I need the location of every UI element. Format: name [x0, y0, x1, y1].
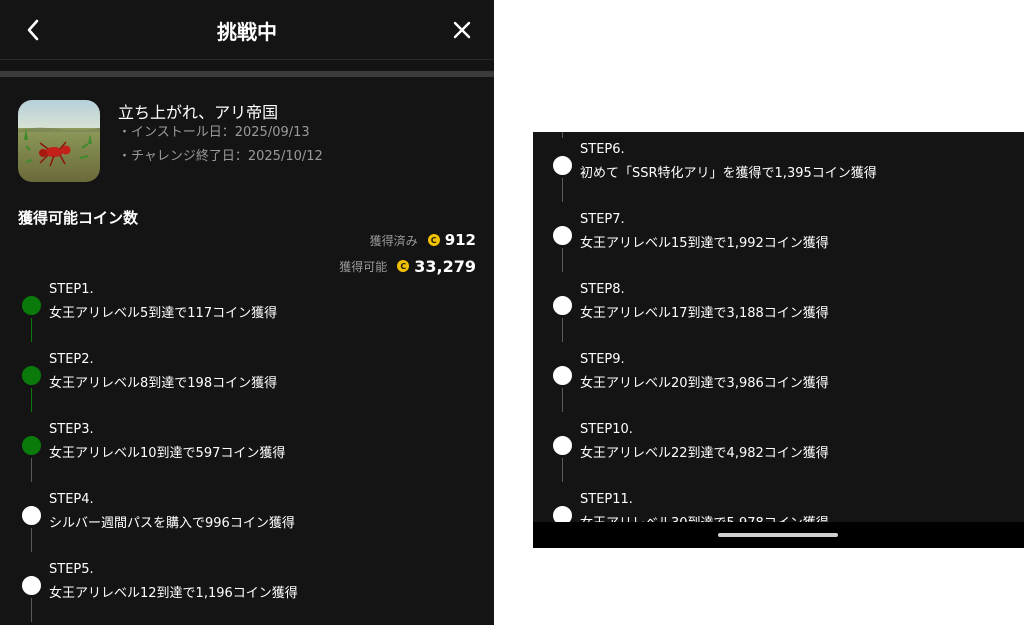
step-label: STEP5. — [49, 562, 94, 577]
step-status-dot — [22, 576, 41, 595]
step-connector — [562, 388, 563, 412]
step-description: 女王アリレベル20到達で3,986コイン獲得 — [580, 376, 829, 391]
step-status-dot — [22, 366, 41, 385]
app-icon[interactable] — [18, 100, 100, 182]
step-label: STEP7. — [580, 212, 625, 227]
step-connector — [31, 458, 32, 482]
home-indicator[interactable] — [718, 533, 838, 537]
nav-bar: 挑戦中 — [0, 0, 494, 59]
step-label: STEP2. — [49, 352, 94, 367]
available-coins-row: 獲得可能 C 33,279 — [339, 255, 476, 277]
step-connector — [562, 248, 563, 272]
step-status-dot — [553, 296, 572, 315]
step-status-dot — [22, 436, 41, 455]
available-value: 33,279 — [414, 256, 476, 276]
step-description: 初めて「SSR特化アリ」を獲得で1,395コイン獲得 — [580, 166, 877, 181]
step-status-dot — [22, 506, 41, 525]
coins-section-title: 獲得可能コイン数 — [18, 209, 139, 227]
page-title: 挑戦中 — [217, 20, 277, 44]
close-icon — [453, 21, 471, 39]
step-label: STEP1. — [49, 282, 94, 297]
step-label: STEP3. — [49, 422, 94, 437]
step-label: STEP9. — [580, 352, 625, 367]
step-status-dot — [553, 226, 572, 245]
step-description: 女王アリレベル8到達で198コイン獲得 — [49, 376, 278, 391]
step-status-dot — [553, 436, 572, 455]
step-description: 女王アリレベル22到達で4,982コイン獲得 — [580, 446, 829, 461]
step-connector — [562, 178, 563, 202]
app-name: 立ち上がれ、アリ帝国 — [118, 103, 279, 122]
step-description: 女王アリレベル5到達で117コイン獲得 — [49, 306, 278, 321]
step-description: 女王アリレベル15到達で1,992コイン獲得 — [580, 236, 829, 251]
step-status-dot — [553, 366, 572, 385]
step-connector — [31, 598, 32, 622]
available-label: 獲得可能 — [339, 259, 388, 274]
earned-coins-row: 獲得済み C 912 — [370, 229, 476, 251]
challenge-screen: 挑戦中 立ち上がれ、アリ帝国 ・インストール日：2025/09/13 ・チャレン… — [0, 0, 494, 625]
challenge-end-date: ・チャレンジ終了日：2025/10/12 — [118, 149, 323, 164]
step-label: STEP8. — [580, 282, 625, 297]
step-connector — [31, 388, 32, 412]
step-status-dot — [22, 296, 41, 315]
home-indicator-bar — [533, 522, 1024, 548]
earned-label: 獲得済み — [369, 233, 418, 248]
step-label: STEP10. — [580, 422, 633, 437]
step-connector — [562, 318, 563, 342]
step-connector — [31, 528, 32, 552]
earned-value: 912 — [444, 231, 476, 249]
step-description: 女王アリレベル10到達で597コイン獲得 — [49, 446, 286, 461]
step-description: 女王アリレベル17到達で3,188コイン獲得 — [580, 306, 829, 321]
close-button[interactable] — [450, 18, 474, 42]
step-status-dot — [553, 156, 572, 175]
step-connector — [562, 132, 563, 138]
step-label: STEP6. — [580, 142, 625, 157]
coin-icon: C — [397, 260, 410, 272]
step-connector — [31, 318, 32, 342]
step-label: STEP11. — [580, 492, 633, 507]
challenge-screen-scrolled: STEP6. 初めて「SSR特化アリ」を獲得で1,395コイン獲得 STEP7. 女王… — [533, 132, 1024, 548]
section-band — [0, 71, 494, 77]
step-description: 女王アリレベル12到達で1,196コイン獲得 — [49, 586, 298, 601]
step-description: シルバー週間パスを購入で996コイン獲得 — [49, 516, 295, 531]
step-label: STEP4. — [49, 492, 94, 507]
install-date: ・インストール日：2025/09/13 — [118, 125, 310, 140]
nav-divider — [0, 59, 494, 60]
coin-icon: C — [427, 234, 440, 246]
step-connector — [562, 458, 563, 482]
